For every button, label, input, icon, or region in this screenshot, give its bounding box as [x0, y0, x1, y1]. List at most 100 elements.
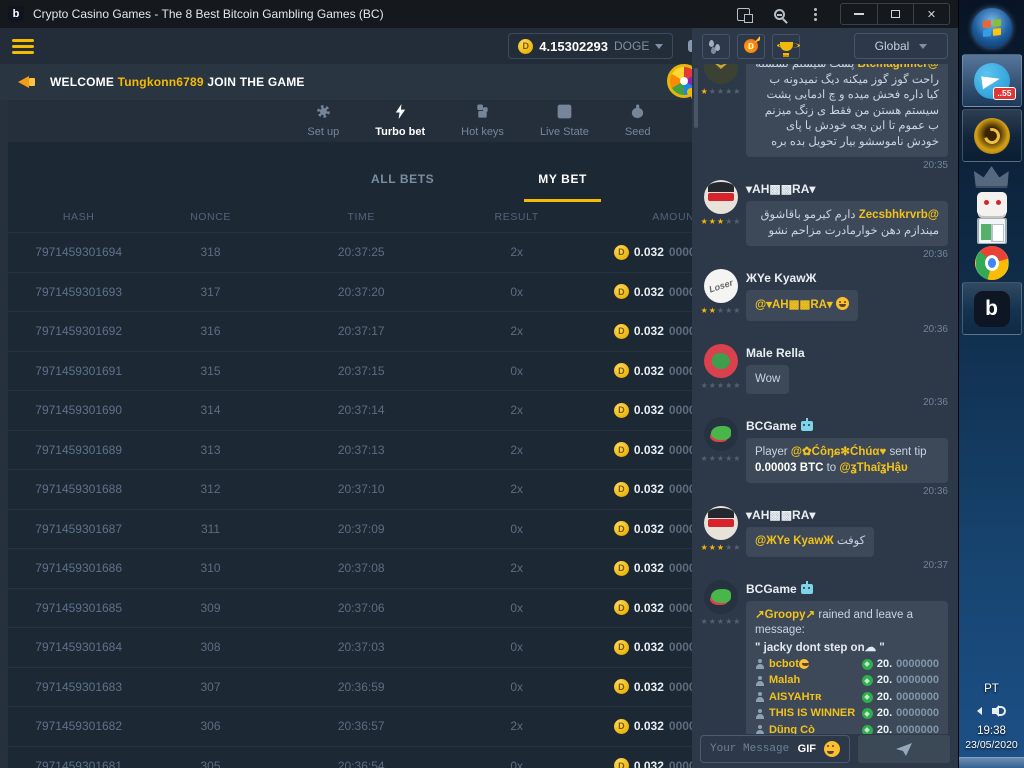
trophy-icon: [780, 42, 793, 51]
close-button[interactable]: ✕: [913, 4, 949, 24]
chat-bubble: @▾AH▩▩RA▾: [746, 290, 858, 321]
winner-name[interactable]: Dũng Cò: [769, 723, 858, 735]
game-tab-turbo-bet[interactable]: Turbo bet: [375, 104, 425, 138]
taskbar-item-bcgame-app[interactable]: b: [962, 282, 1022, 335]
bet-amount-value: 0.032: [634, 601, 664, 615]
chat-message-body: ▾AH▩▩RA▾@Zecsbhkrvrb دارم کیرمو باقاشوق …: [746, 180, 948, 260]
show-desktop-button[interactable]: [959, 757, 1024, 768]
avatar[interactable]: [704, 580, 738, 614]
mention-link[interactable]: @ʓThaîʓHậυ: [839, 462, 907, 474]
game-tab-label: Hot keys: [461, 126, 504, 138]
mention-link[interactable]: @Btcmagnifier: [857, 64, 939, 70]
winner-name[interactable]: THIS IS WINNER: [769, 706, 858, 722]
game-tab-live-state[interactable]: Live State: [540, 104, 589, 138]
taskbar-item-start-button[interactable]: [962, 4, 1022, 52]
mention-link[interactable]: @✿Ćôŋɕ✻Ćhúα♥: [791, 446, 887, 458]
message-timestamp: 20:36: [746, 324, 948, 335]
star-icon: ★: [709, 217, 717, 226]
rain-winner-row: THIS IS WINNER 20.0000000: [755, 706, 939, 723]
star-icon: ★: [733, 306, 741, 315]
game-tab-hot-keys[interactable]: Hot keys: [461, 104, 504, 138]
star-icon: ★: [717, 543, 725, 552]
coin-drop-button[interactable]: [737, 34, 765, 59]
person-icon: [755, 725, 765, 734]
bet-amount-value: 0.032: [634, 522, 664, 536]
winner-name[interactable]: AISYAHᴛʀ: [769, 690, 858, 706]
message-timestamp: 20:35: [746, 160, 948, 171]
browser-titlebar: b Crypto Casino Games - The 8 Best Bitco…: [0, 0, 958, 28]
winner-name[interactable]: bcbot: [769, 657, 858, 673]
site-favicon-icon: b: [8, 6, 24, 22]
chat-username-text: BCGame: [746, 582, 797, 596]
rain-button[interactable]: [702, 34, 730, 59]
avatar[interactable]: [704, 417, 738, 451]
emoji-button[interactable]: [824, 741, 840, 757]
mention-link[interactable]: @ЖYe KyawЖ: [755, 535, 834, 547]
bet-result: 0x: [451, 680, 583, 694]
mention-link[interactable]: @Zecsbhkrvrb: [859, 209, 939, 221]
tab-my-bet[interactable]: MY BET: [524, 162, 601, 202]
browser-menu-icon[interactable]: [802, 4, 828, 24]
chat-channel-select[interactable]: Global: [854, 33, 948, 59]
minimize-button[interactable]: [841, 4, 877, 24]
game-tab-set-up[interactable]: Set up: [307, 104, 339, 138]
avatar[interactable]: [704, 344, 738, 378]
taskbar-apps: ..55 b: [959, 0, 1024, 335]
chat-message-left: ★★★★★: [704, 180, 738, 260]
channel-label: Global: [875, 39, 910, 53]
translate-icon[interactable]: [730, 4, 756, 24]
star-icon: ★: [709, 543, 717, 552]
star-icon: ★: [717, 306, 725, 315]
chat-bubble: @Btcmagnifier پشت سیستم نشسته راحت گوز گ…: [746, 64, 948, 157]
taskbar-item-crown-app[interactable]: [974, 164, 1010, 190]
avatar[interactable]: [704, 506, 738, 540]
bet-amount-value: 0.032: [634, 245, 664, 259]
tab-all-bets[interactable]: ALL BETS: [357, 162, 448, 202]
zoom-out-icon[interactable]: [766, 4, 792, 24]
star-icon: ★: [709, 87, 717, 96]
bet-hash: 7971459301690: [8, 403, 149, 417]
restore-button[interactable]: [877, 4, 913, 24]
avatar[interactable]: [704, 64, 738, 84]
bet-hash: 7971459301688: [8, 482, 149, 496]
chat-scrollbar[interactable]: [694, 68, 698, 128]
smiley-emoji-icon: [799, 659, 809, 669]
hidden-icons-arrow[interactable]: [977, 707, 982, 715]
chat-username-text: ▾AH▩▩RA▾: [746, 508, 815, 522]
taskbar-item-dice-app[interactable]: [977, 192, 1007, 216]
clock-time[interactable]: 19:38: [959, 725, 1024, 737]
taskbar-item-chrome[interactable]: [975, 246, 1009, 280]
avatar[interactable]: [704, 269, 738, 303]
taskbar-item-telegram[interactable]: ..55: [962, 54, 1022, 107]
winner-amount-dim: 0000000: [896, 657, 939, 673]
message-text: Wow: [755, 373, 780, 385]
language-indicator[interactable]: PT: [959, 683, 1024, 695]
contest-button[interactable]: [772, 34, 800, 59]
volume-icon[interactable]: [992, 705, 1006, 717]
green-coin-icon: [862, 659, 873, 670]
rainer-name[interactable]: ↗Groopy↗: [755, 609, 815, 621]
gif-button[interactable]: GIF: [798, 743, 816, 755]
winner-name[interactable]: Malah: [769, 673, 858, 689]
message-input[interactable]: Your Message GIF: [700, 735, 850, 763]
bet-time: 20:37:17: [272, 324, 451, 338]
smiley-emoji-icon: [836, 297, 849, 310]
star-icon: ★: [701, 381, 709, 390]
message-timestamp: 20:37: [746, 560, 948, 571]
bet-result: 0x: [451, 285, 583, 299]
system-tray: PT 19:38 23/05/2020: [959, 683, 1024, 768]
taskbar-item-notes-app[interactable]: [977, 218, 1007, 244]
winner-amount-dim: 0000000: [896, 690, 939, 706]
mention-link[interactable]: @▾AH▩▩RA▾: [755, 299, 833, 311]
doge-coin-icon: [614, 719, 629, 734]
balance-selector[interactable]: 4.15302293 DOGE: [508, 33, 673, 59]
star-icon: ★: [733, 617, 741, 626]
avatar[interactable]: [704, 180, 738, 214]
star-icon: ★: [701, 543, 709, 552]
user-rating: ★★★★★: [701, 381, 742, 390]
taskbar-item-game-app[interactable]: [962, 109, 1022, 162]
game-tab-seed[interactable]: Seed: [625, 104, 651, 138]
doge-coin-icon: [614, 324, 629, 339]
menu-hamburger-icon[interactable]: [12, 39, 34, 54]
send-button[interactable]: [858, 735, 950, 763]
